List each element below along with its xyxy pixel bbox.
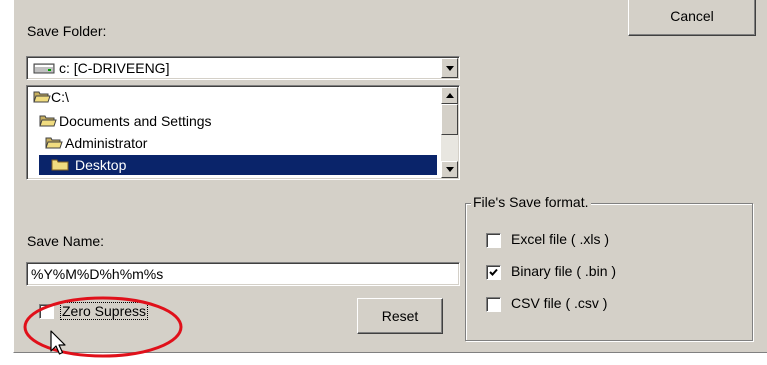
save-dialog: Cancel Save Folder: c: [C-DRIVEENG] C:\ …	[0, 0, 767, 365]
highlight-circle	[23, 296, 183, 358]
mouse-cursor-icon	[50, 330, 66, 355]
